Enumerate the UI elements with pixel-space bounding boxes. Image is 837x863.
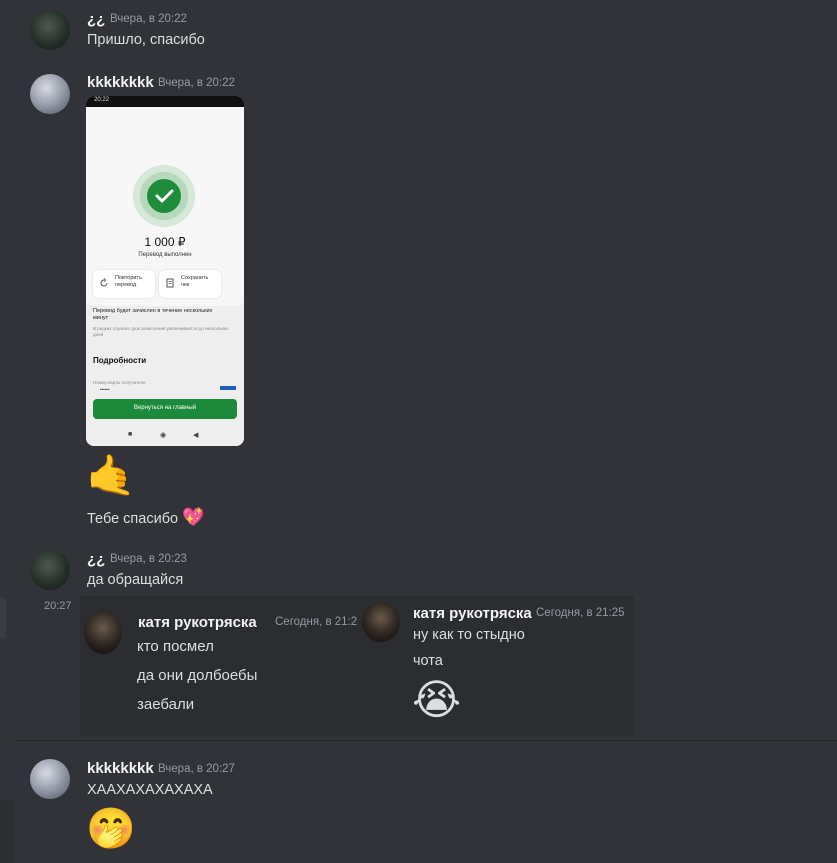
message-text: да обращайся — [87, 572, 184, 588]
shaka-emoji: 🤙 — [86, 454, 136, 498]
username[interactable]: kkkkkkkk — [87, 74, 154, 91]
transfer-amount: 1 000 ₽ — [144, 235, 186, 249]
avatar-katya — [84, 610, 122, 654]
message-side-timestamp: 20:27 — [44, 600, 72, 612]
info-subtext: В редких случаях срок зачисления увеличи… — [93, 326, 229, 337]
attachment-image[interactable]: 20:22 1 000 ₽ Перевод выполнен Повторить… — [86, 96, 244, 446]
avatar-user-kkkkkkkk[interactable] — [30, 759, 70, 799]
timestamp: Сегодня, в 21:25 — [536, 607, 625, 619]
username[interactable]: ¿¿ — [87, 11, 105, 28]
success-check-icon — [133, 165, 195, 227]
embedded-right-column: катя рукотряска Сегодня, в 21:25 ну как … — [360, 596, 634, 736]
card-label: Номер карты получателя — [93, 380, 146, 385]
info-title: Перевод будет зачислен в течение несколь… — [93, 308, 213, 321]
nav-home-icon: ◉ — [160, 432, 167, 439]
receipt-icon — [166, 278, 174, 288]
save-receipt-button: Сохранить чек — [159, 270, 221, 298]
username-katya: катя рукотряска — [138, 614, 257, 631]
save-receipt-label: Сохранить чек — [181, 275, 209, 288]
phone-result-card: 1 000 ₽ Перевод выполнен Повторить перев… — [86, 107, 244, 307]
message-text: Пришло, спасибо — [87, 32, 205, 48]
divider — [14, 740, 837, 741]
avatar-user-kkkkkkkk[interactable] — [30, 74, 70, 114]
timestamp: Вчера, в 20:22 — [110, 13, 187, 25]
repeat-icon — [100, 278, 108, 287]
return-main-label: Вернуться на главный — [133, 405, 197, 411]
embedded-image[interactable]: катя рукотряска Сегодня, в 21:2 кто посм… — [80, 596, 634, 736]
username[interactable]: kkkkkkkk — [87, 760, 154, 777]
card-badge — [220, 386, 236, 390]
avatar-user-qq[interactable] — [30, 550, 70, 590]
message-text-body: Тебе спасибо — [87, 511, 179, 527]
nav-square-icon: ■ — [128, 431, 133, 438]
timestamp: Вчера, в 20:22 — [158, 77, 235, 89]
phone-status-time: 20:22 — [94, 97, 110, 103]
message-text: ХААХАХАХАХАХА — [87, 782, 213, 798]
transfer-status: Перевод выполнен — [138, 252, 192, 258]
crying-emoji: 😭 — [412, 676, 462, 723]
hand-over-mouth-emoji: 🤭 — [86, 807, 136, 851]
sparkling-heart-emoji: 💖 — [182, 507, 205, 527]
quoted-line-2: чота — [413, 653, 443, 669]
timestamp: Вчера, в 20:23 — [110, 553, 187, 565]
timestamp: Вчера, в 20:27 — [158, 763, 235, 775]
return-main-button: Вернуться на главный — [93, 399, 237, 419]
quoted-line-2: да они долбоебы — [137, 667, 258, 684]
details-title: Подробности — [93, 356, 147, 365]
avatar-user-qq[interactable] — [30, 10, 70, 50]
username-katya: катя рукотряска — [413, 605, 532, 622]
quoted-line-1: ну как то стыдно — [413, 627, 525, 643]
message-text: Тебе спасибо 💖 — [87, 507, 205, 528]
avatar-katya — [362, 602, 400, 642]
repeat-transfer-label: Повторить перевод — [115, 275, 142, 288]
repeat-transfer-button: Повторить перевод — [93, 270, 155, 298]
phone-details: Перевод будет зачислен в течение несколь… — [86, 306, 244, 446]
card-value: •••••• — [100, 387, 110, 392]
left-edge-marker — [0, 598, 6, 638]
phone-status-bar: 20:22 — [86, 96, 244, 107]
nav-back-icon: ◀ — [193, 432, 199, 439]
left-edge-marker — [0, 800, 14, 863]
quoted-line-3: заебали — [137, 696, 195, 713]
timestamp: Сегодня, в 21:2 — [275, 616, 358, 628]
username[interactable]: ¿¿ — [87, 551, 105, 568]
quoted-line-1: кто посмел — [137, 638, 214, 655]
